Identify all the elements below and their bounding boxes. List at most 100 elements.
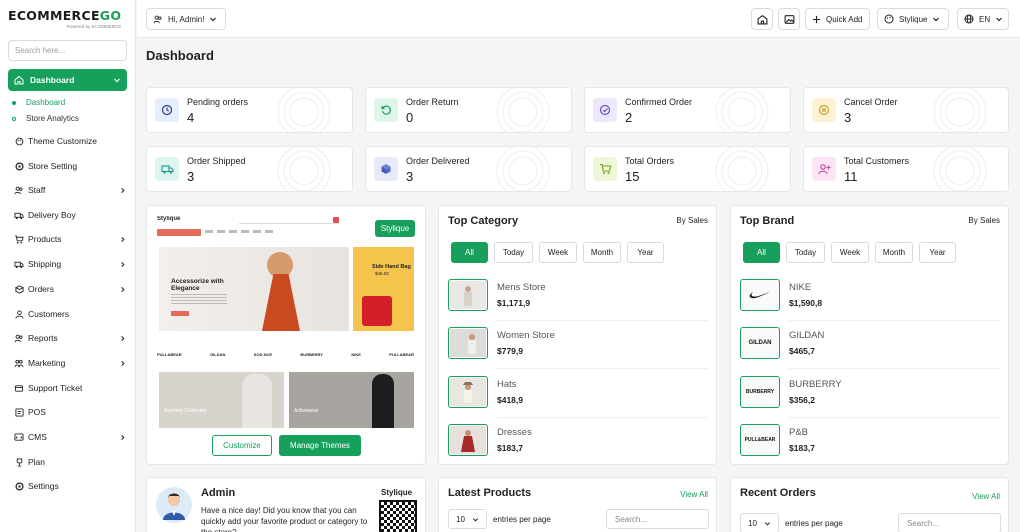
decorative-rings xyxy=(277,147,331,191)
list-item[interactable]: PULL&BEAR P&B $183,7 xyxy=(740,424,1000,460)
latest-products-title: Latest Products xyxy=(448,487,532,499)
list-item[interactable]: Hats $418,9 xyxy=(448,376,708,418)
filter-all[interactable]: All xyxy=(743,242,780,263)
user-plus-icon xyxy=(812,157,836,181)
filter-week[interactable]: Week xyxy=(831,242,869,263)
top-category-sort[interactable]: By Sales xyxy=(676,216,708,225)
top-category-card: Top Category By Sales All Today Week Mon… xyxy=(438,205,717,465)
language-button[interactable]: EN xyxy=(957,8,1009,30)
theme-name-badge: Stylique xyxy=(375,220,415,237)
manage-themes-button[interactable]: Manage Themes xyxy=(279,435,361,456)
sidebar-subitem-dashboard[interactable]: Dashboard xyxy=(12,98,65,107)
chevron-down-icon xyxy=(209,15,217,23)
filter-year[interactable]: Year xyxy=(919,242,956,263)
sidebar-search-input[interactable]: Search here... xyxy=(8,40,127,61)
filter-week[interactable]: Week xyxy=(539,242,577,263)
sidebar-item-delivery-boy[interactable]: Delivery Boy xyxy=(14,210,126,220)
admin-store-name: Stylique xyxy=(381,488,413,497)
stat-card-cancel-order[interactable]: Cancel Order 3 xyxy=(803,87,1009,133)
admin-card: Admin Have a nice day! Did you know that… xyxy=(146,477,426,532)
chevron-down-icon xyxy=(995,15,1003,23)
top-brand-sort[interactable]: By Sales xyxy=(968,216,1000,225)
sidebar-item-cms[interactable]: CMS xyxy=(14,432,126,442)
customize-button[interactable]: Customize xyxy=(212,435,272,456)
pull-and-bear-logo: PULL&BEAR xyxy=(740,424,780,456)
decorative-rings xyxy=(933,147,987,191)
sidebar: ECOMMERCEGO Powered by ECOMMERCE Search … xyxy=(0,0,136,532)
user-menu-button[interactable]: Hi, Admin! xyxy=(146,8,226,30)
sidebar-item-products[interactable]: Products xyxy=(14,234,126,244)
stat-card-order-return[interactable]: Order Return 0 xyxy=(365,87,572,133)
sidebar-item-pos[interactable]: POS xyxy=(14,407,126,417)
quick-add-button[interactable]: Quick Add xyxy=(805,8,870,30)
globe-icon xyxy=(964,14,974,24)
recent-orders-search-input[interactable]: Search... xyxy=(898,513,1001,532)
sidebar-item-support-ticket[interactable]: Support Ticket xyxy=(14,383,126,393)
stat-card-total-customers[interactable]: Total Customers 11 xyxy=(803,146,1009,192)
brush-icon xyxy=(14,136,24,146)
store-home-button[interactable] xyxy=(751,8,773,30)
box-icon xyxy=(374,157,398,181)
filter-today[interactable]: Today xyxy=(494,242,533,263)
users-icon xyxy=(153,15,163,24)
sidebar-item-reports[interactable]: Reports xyxy=(14,333,126,343)
list-item[interactable]: Dresses $183,7 xyxy=(448,424,708,460)
customers-icon xyxy=(14,309,24,319)
cart-icon xyxy=(14,234,24,244)
per-page-select[interactable]: 10 xyxy=(740,513,779,532)
category-thumbnail xyxy=(448,279,488,311)
gear-icon xyxy=(14,161,24,171)
filter-month[interactable]: Month xyxy=(583,242,621,263)
sidebar-item-dashboard[interactable]: Dashboard xyxy=(8,69,127,91)
sidebar-item-customers[interactable]: Customers xyxy=(14,309,126,319)
topbar: Hi, Admin! Quick Add Stylique EN xyxy=(137,0,1020,38)
qr-code[interactable] xyxy=(379,500,417,532)
sidebar-item-store-setting[interactable]: Store Setting xyxy=(14,161,126,171)
sidebar-item-theme-customize[interactable]: Theme Customize xyxy=(14,136,126,146)
latest-products-view-all-link[interactable]: View All xyxy=(680,490,708,499)
stat-card-confirmed-order[interactable]: Confirmed Order 2 xyxy=(584,87,791,133)
stat-card-order-shipped[interactable]: Order Shipped 3 xyxy=(146,146,353,192)
chevron-right-icon xyxy=(119,360,126,367)
latest-products-search-input[interactable]: Search... xyxy=(606,509,709,529)
stat-card-order-delivered[interactable]: Order Delivered 3 xyxy=(365,146,572,192)
settings-icon xyxy=(14,481,24,491)
nike-logo xyxy=(740,279,780,311)
sidebar-item-plan[interactable]: Plan xyxy=(14,457,126,467)
brand-logo[interactable]: ECOMMERCEGO Powered by ECOMMERCE xyxy=(8,9,121,30)
theme-preview-image[interactable]: Stylique Accessorize with Elegance Side … xyxy=(157,216,414,428)
gallery-button[interactable] xyxy=(778,8,800,30)
stat-card-pending-orders[interactable]: Pending orders 4 xyxy=(146,87,353,133)
marketing-icon xyxy=(14,358,24,368)
page-title: Dashboard xyxy=(146,48,214,63)
list-item[interactable]: BURBERRY BURBERRY $356,2 xyxy=(740,376,1000,418)
chevron-down-icon xyxy=(472,516,479,523)
truck-icon xyxy=(155,157,179,181)
sidebar-item-settings[interactable]: Settings xyxy=(14,481,126,491)
filter-all[interactable]: All xyxy=(451,242,488,263)
filter-today[interactable]: Today xyxy=(786,242,825,263)
list-item[interactable]: NIKE $1,590,8 xyxy=(740,279,1000,321)
palette-icon xyxy=(884,14,894,24)
sidebar-item-shipping[interactable]: Shipping xyxy=(14,259,126,269)
reports-icon xyxy=(14,333,24,343)
list-item[interactable]: Women Store $779,9 xyxy=(448,327,708,369)
per-page-select[interactable]: 10 xyxy=(448,509,487,529)
list-item[interactable]: Mens Store $1,171,9 xyxy=(448,279,708,321)
list-item[interactable]: GILDAN GILDAN $465,7 xyxy=(740,327,1000,369)
sidebar-subitem-store-analytics[interactable]: Store Analytics xyxy=(12,114,79,123)
sidebar-item-staff[interactable]: Staff xyxy=(14,185,126,195)
decorative-rings xyxy=(496,88,550,132)
top-brand-title: Top Brand xyxy=(740,215,795,227)
sidebar-item-marketing[interactable]: Marketing xyxy=(14,358,126,368)
store-switcher-button[interactable]: Stylique xyxy=(877,8,949,30)
chevron-right-icon xyxy=(119,236,126,243)
plus-icon xyxy=(812,15,821,24)
filter-month[interactable]: Month xyxy=(875,242,913,263)
sidebar-item-orders[interactable]: Orders xyxy=(14,284,126,294)
recent-orders-view-all-link[interactable]: View All xyxy=(972,492,1000,501)
recent-orders-title: Recent Orders xyxy=(740,487,816,499)
burberry-logo: BURBERRY xyxy=(740,376,780,408)
filter-year[interactable]: Year xyxy=(627,242,664,263)
stat-card-total-orders[interactable]: Total Orders 15 xyxy=(584,146,791,192)
